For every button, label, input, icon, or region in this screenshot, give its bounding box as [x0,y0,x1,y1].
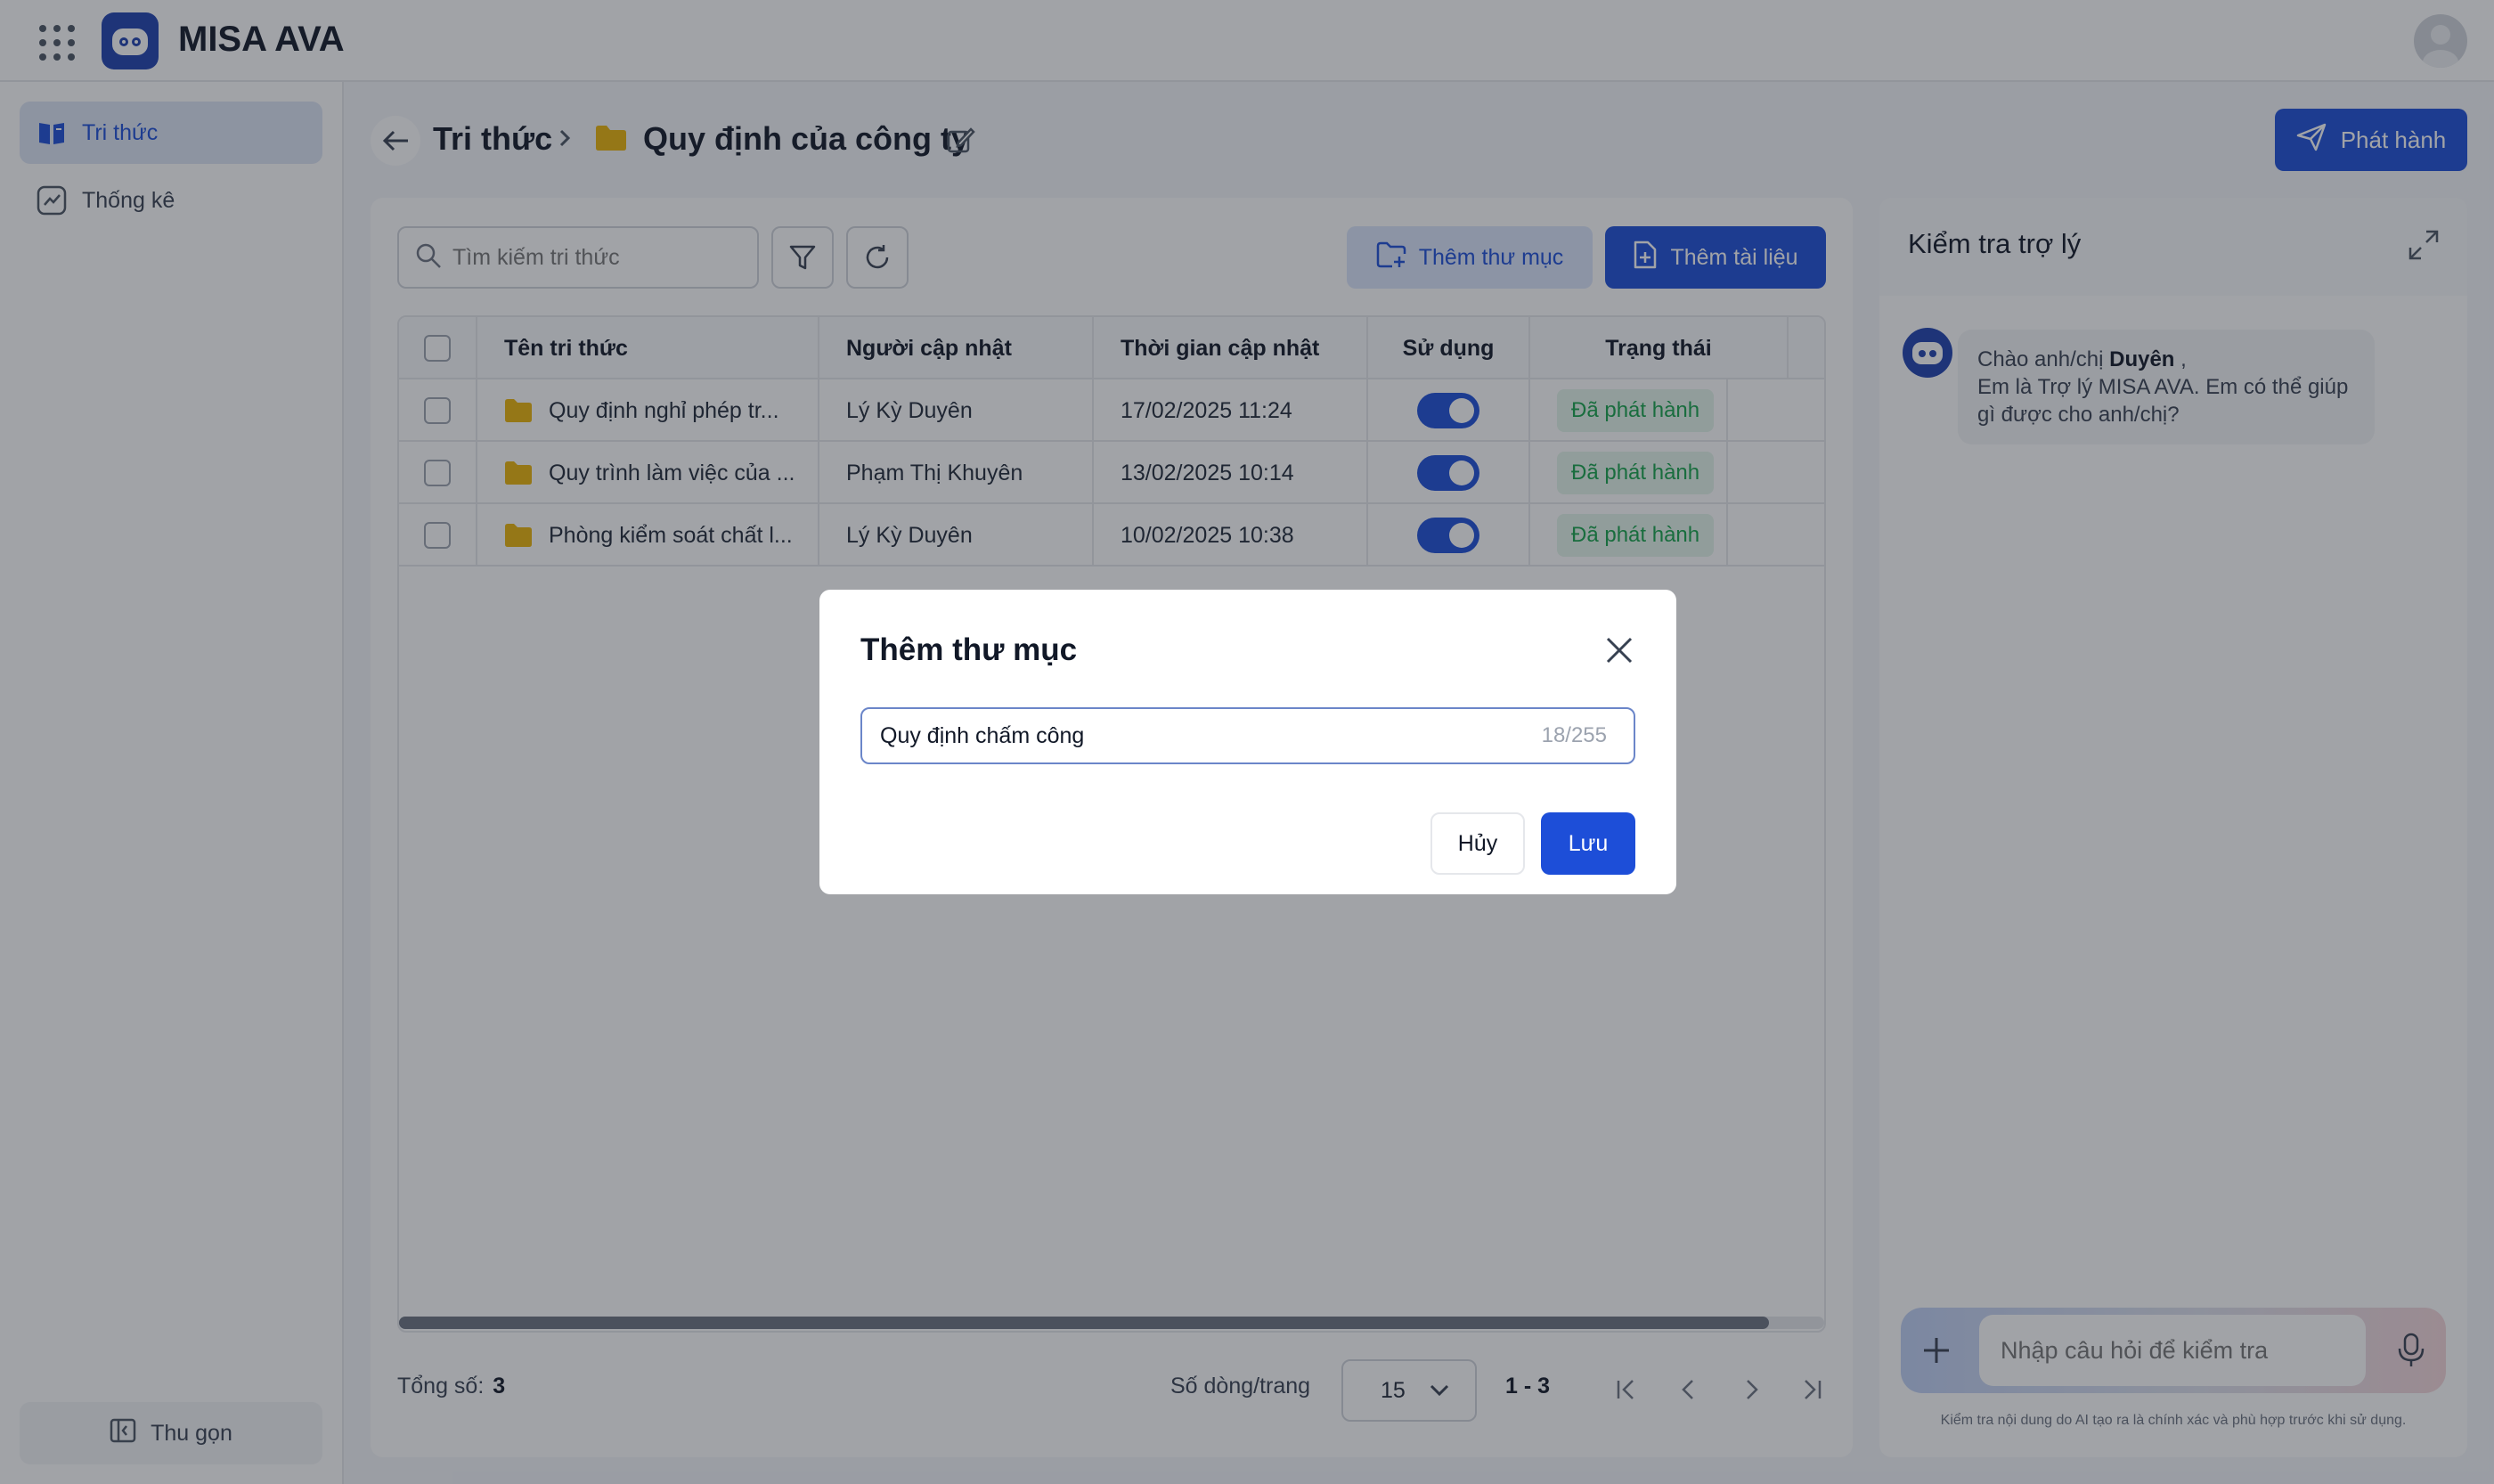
char-counter: 18/255 [1541,723,1607,747]
folder-name-input[interactable] [880,722,1542,749]
dialog-title: Thêm thư mục [860,632,1078,667]
save-button[interactable]: Lưu [1541,812,1635,875]
close-icon[interactable] [1602,632,1637,668]
cancel-button[interactable]: Hủy [1430,812,1525,875]
folder-name-field[interactable]: 18/255 [860,707,1635,764]
add-folder-dialog: Thêm thư mục 18/255 Hủy Lưu [819,590,1676,894]
